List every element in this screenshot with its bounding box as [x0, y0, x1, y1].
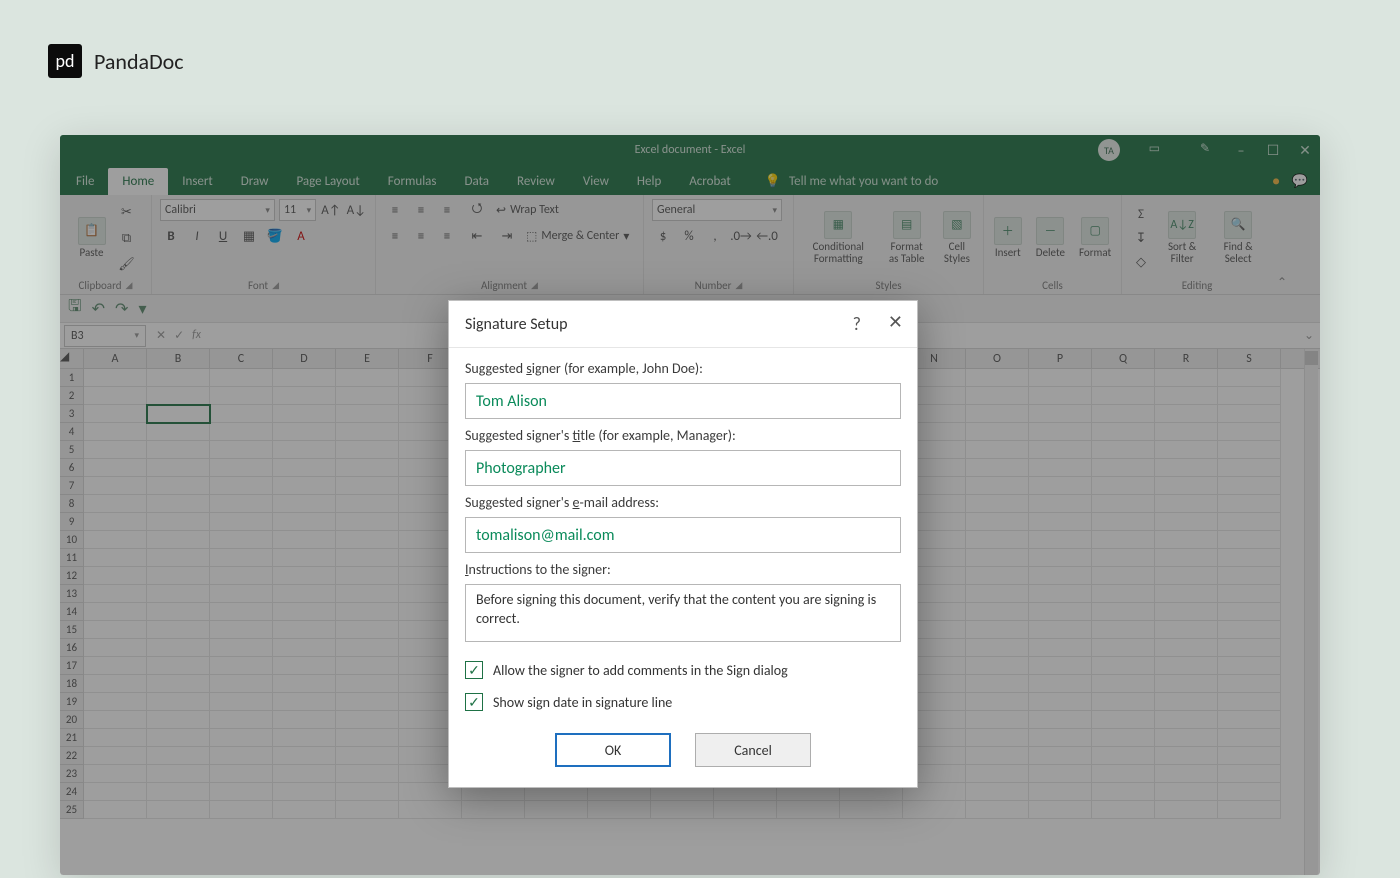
allow-comments-checkbox[interactable]: ✓ Allow the signer to add comments in th…	[465, 661, 901, 679]
cancel-button[interactable]: Cancel	[695, 733, 811, 767]
dialog-titlebar: Signature Setup ? ✕	[449, 301, 917, 347]
instructions-textarea[interactable]	[465, 584, 901, 642]
instructions-label: Instructions to the signer:	[465, 561, 901, 578]
dialog-title: Signature Setup	[465, 315, 568, 334]
signer-input[interactable]	[465, 383, 901, 419]
show-date-checkbox[interactable]: ✓ Show sign date in signature line	[465, 693, 901, 711]
signer-label: Suggested signer (for example, John Doe)…	[465, 360, 901, 377]
checkmark-icon: ✓	[465, 693, 483, 711]
show-date-label: Show sign date in signature line	[493, 694, 672, 711]
pandadoc-badge: pd	[48, 44, 82, 78]
pandadoc-logo: pd PandaDoc	[48, 44, 184, 78]
dialog-close-button[interactable]: ✕	[888, 311, 903, 333]
ok-button[interactable]: OK	[555, 733, 671, 767]
checkmark-icon: ✓	[465, 661, 483, 679]
pandadoc-name: PandaDoc	[94, 48, 184, 75]
dialog-help-button[interactable]: ?	[853, 313, 861, 335]
signature-setup-dialog: Signature Setup ? ✕ Suggested signer (fo…	[448, 300, 918, 788]
allow-comments-label: Allow the signer to add comments in the …	[493, 662, 788, 679]
signer-email-label: Suggested signer's e-mail address:	[465, 494, 901, 511]
signer-email-input[interactable]	[465, 517, 901, 553]
signer-title-label: Suggested signer's title (for example, M…	[465, 427, 901, 444]
signer-title-input[interactable]	[465, 450, 901, 486]
